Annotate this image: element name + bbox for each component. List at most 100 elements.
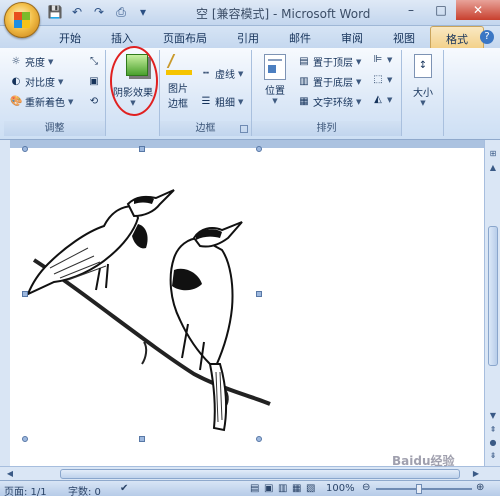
document-page [10,148,484,466]
word-count[interactable]: 字数: 0 [68,483,101,496]
position-button[interactable]: 位置 ▼ [258,54,292,105]
full-screen-view-icon[interactable]: ▣ [264,483,273,494]
previous-page-icon[interactable]: ⇞ [487,424,499,436]
resize-handle[interactable] [256,436,262,442]
ribbon: ☼ 亮度 ▼ ◐ 对比度 ▼ 🎨 重新着色 ▼ ⤡ ▣ ⟲ 调整 阴影效果 ▼ [0,48,500,140]
resize-handle[interactable] [22,436,28,442]
brightness-icon: ☼ [11,55,21,67]
page-count[interactable]: 页面: 1/1 [4,483,47,496]
vertical-scrollbar[interactable]: ⊞ ▲ ▼ ⇞ ● ⇟ [484,140,500,466]
change-picture-icon[interactable]: ▣ [88,76,100,88]
vertical-scroll-thumb[interactable] [488,226,498,366]
tab-references[interactable]: 引用 [222,26,274,48]
contrast-button[interactable]: ◐ 对比度 ▼ [10,74,64,90]
brightness-button[interactable]: ☼ 亮度 ▼ [10,54,54,70]
picture-border-label-2: 边框 [168,99,188,110]
resize-handle[interactable] [22,291,28,297]
dashes-button[interactable]: ┅ 虚线 ▼ [200,66,243,82]
customize-icon[interactable]: ▾ [134,4,152,20]
reset-picture-icon[interactable]: ⟲ [88,96,100,108]
window-controls: – □ ✕ [396,0,500,20]
scroll-right-icon[interactable]: ▶ [470,468,482,480]
chevron-down-icon: ▼ [387,56,393,64]
print-layout-view-icon[interactable]: ▤ [250,483,259,494]
birds-picture[interactable] [24,152,284,452]
web-layout-view-icon[interactable]: ▥ [278,483,287,494]
dialog-launcher-icon[interactable] [240,125,248,133]
dashes-label: 虚线 [215,70,235,81]
help-icon[interactable]: ? [480,30,494,44]
tab-page-layout[interactable]: 页面布局 [148,26,222,48]
zoom-slider[interactable] [376,488,472,490]
chevron-down-icon: ▼ [272,97,278,105]
zoom-level[interactable]: 100% [326,483,355,494]
horizontal-scroll-thumb[interactable] [60,469,460,479]
minimize-button[interactable]: – [396,0,426,20]
recolor-icon: 🎨 [10,95,23,107]
align-button[interactable]: ⊫ ▼ [372,54,393,66]
chevron-down-icon: ▼ [356,77,362,86]
resize-handle[interactable] [139,436,145,442]
print-icon[interactable]: ⎙ [112,4,130,20]
text-wrap-button[interactable]: ▦ 文字环绕 ▼ [298,94,362,110]
redo-icon[interactable]: ↷ [90,4,108,20]
contrast-label: 对比度 [25,78,55,89]
undo-icon[interactable]: ↶ [68,4,86,20]
draft-view-icon[interactable]: ▧ [306,483,315,494]
resize-handle[interactable] [256,291,262,297]
zoom-in-icon[interactable]: ⊕ [476,482,484,493]
tab-format[interactable]: 格式 [430,26,484,48]
tab-view[interactable]: 视图 [378,26,430,48]
maximize-button[interactable]: □ [426,0,456,20]
bring-front-button[interactable]: ▤ 置于顶层 ▼ [298,54,361,70]
office-logo-icon [14,12,30,28]
bring-front-icon: ▤ [299,55,309,67]
tab-review[interactable]: 审阅 [326,26,378,48]
resize-handle[interactable] [256,146,262,152]
group-border: 图片 边框 ┅ 虚线 ▼ ☰ 粗细 ▼ 边框 [160,50,252,136]
zoom-slider-knob[interactable] [416,484,422,494]
chevron-down-icon: ▼ [356,97,362,106]
office-button[interactable] [4,2,40,38]
recolor-button[interactable]: 🎨 重新着色 ▼ [10,94,73,110]
resize-handle[interactable] [22,146,28,152]
ribbon-tabs: 开始 插入 页面布局 引用 邮件 审阅 视图 格式 [0,26,500,48]
bring-front-label: 置于顶层 [313,58,353,69]
scroll-down-icon[interactable]: ▼ [487,410,499,422]
tab-home[interactable]: 开始 [44,26,96,48]
ruler-toggle-icon[interactable]: ⊞ [487,148,499,160]
picture-border-button[interactable]: 图片 边框 [160,80,196,110]
weight-icon: ☰ [201,95,211,107]
weight-button[interactable]: ☰ 粗细 ▼ [200,94,244,110]
size-button[interactable]: ↕ 大小 ▼ [406,54,440,107]
highlight-annotation [110,46,158,116]
close-button[interactable]: ✕ [456,0,500,20]
tab-insert[interactable]: 插入 [96,26,148,48]
contrast-icon: ◐ [11,75,21,87]
zoom-out-icon[interactable]: ⊖ [362,482,370,493]
group-objects-icon: ⬚ [373,74,383,85]
compress-picture-icon[interactable]: ⤡ [88,56,100,68]
scroll-left-icon[interactable]: ◀ [4,468,16,480]
group-arrange: 位置 ▼ ▤ 置于顶层 ▼ ▥ 置于底层 ▼ ▦ 文字环绕 ▼ ⊫ ▼ ⬚ ▼ ◭ ▼… [252,50,402,136]
recolor-label: 重新着色 [25,98,65,109]
next-page-icon[interactable]: ⇟ [487,450,499,462]
resize-handle[interactable] [139,146,145,152]
outline-view-icon[interactable]: ▦ [292,483,301,494]
vertical-ruler [0,140,10,466]
group-objects-button[interactable]: ⬚ ▼ [372,74,392,86]
dashes-icon: ┅ [202,67,210,79]
send-back-button[interactable]: ▥ 置于底层 ▼ [298,74,362,90]
save-icon[interactable]: 💾 [46,4,64,20]
group-adjust: ☼ 亮度 ▼ ◐ 对比度 ▼ 🎨 重新着色 ▼ ⤡ ▣ ⟲ 调整 [4,50,106,136]
align-icon: ⊫ [373,54,383,65]
proofing-icon[interactable]: ✔ [120,483,128,494]
chevron-down-icon: ▼ [420,99,426,107]
picture-border-icon[interactable] [166,54,192,76]
rotate-button[interactable]: ◭ ▼ [372,94,392,106]
scroll-up-icon[interactable]: ▲ [487,162,499,174]
tab-mailings[interactable]: 邮件 [274,26,326,48]
text-wrap-icon: ▦ [299,95,309,107]
status-bar: 页面: 1/1 字数: 0 ✔ ▤ ▣ ▥ ▦ ▧ 100% ⊖ ⊕ [0,480,500,496]
browse-object-icon[interactable]: ● [487,437,499,449]
